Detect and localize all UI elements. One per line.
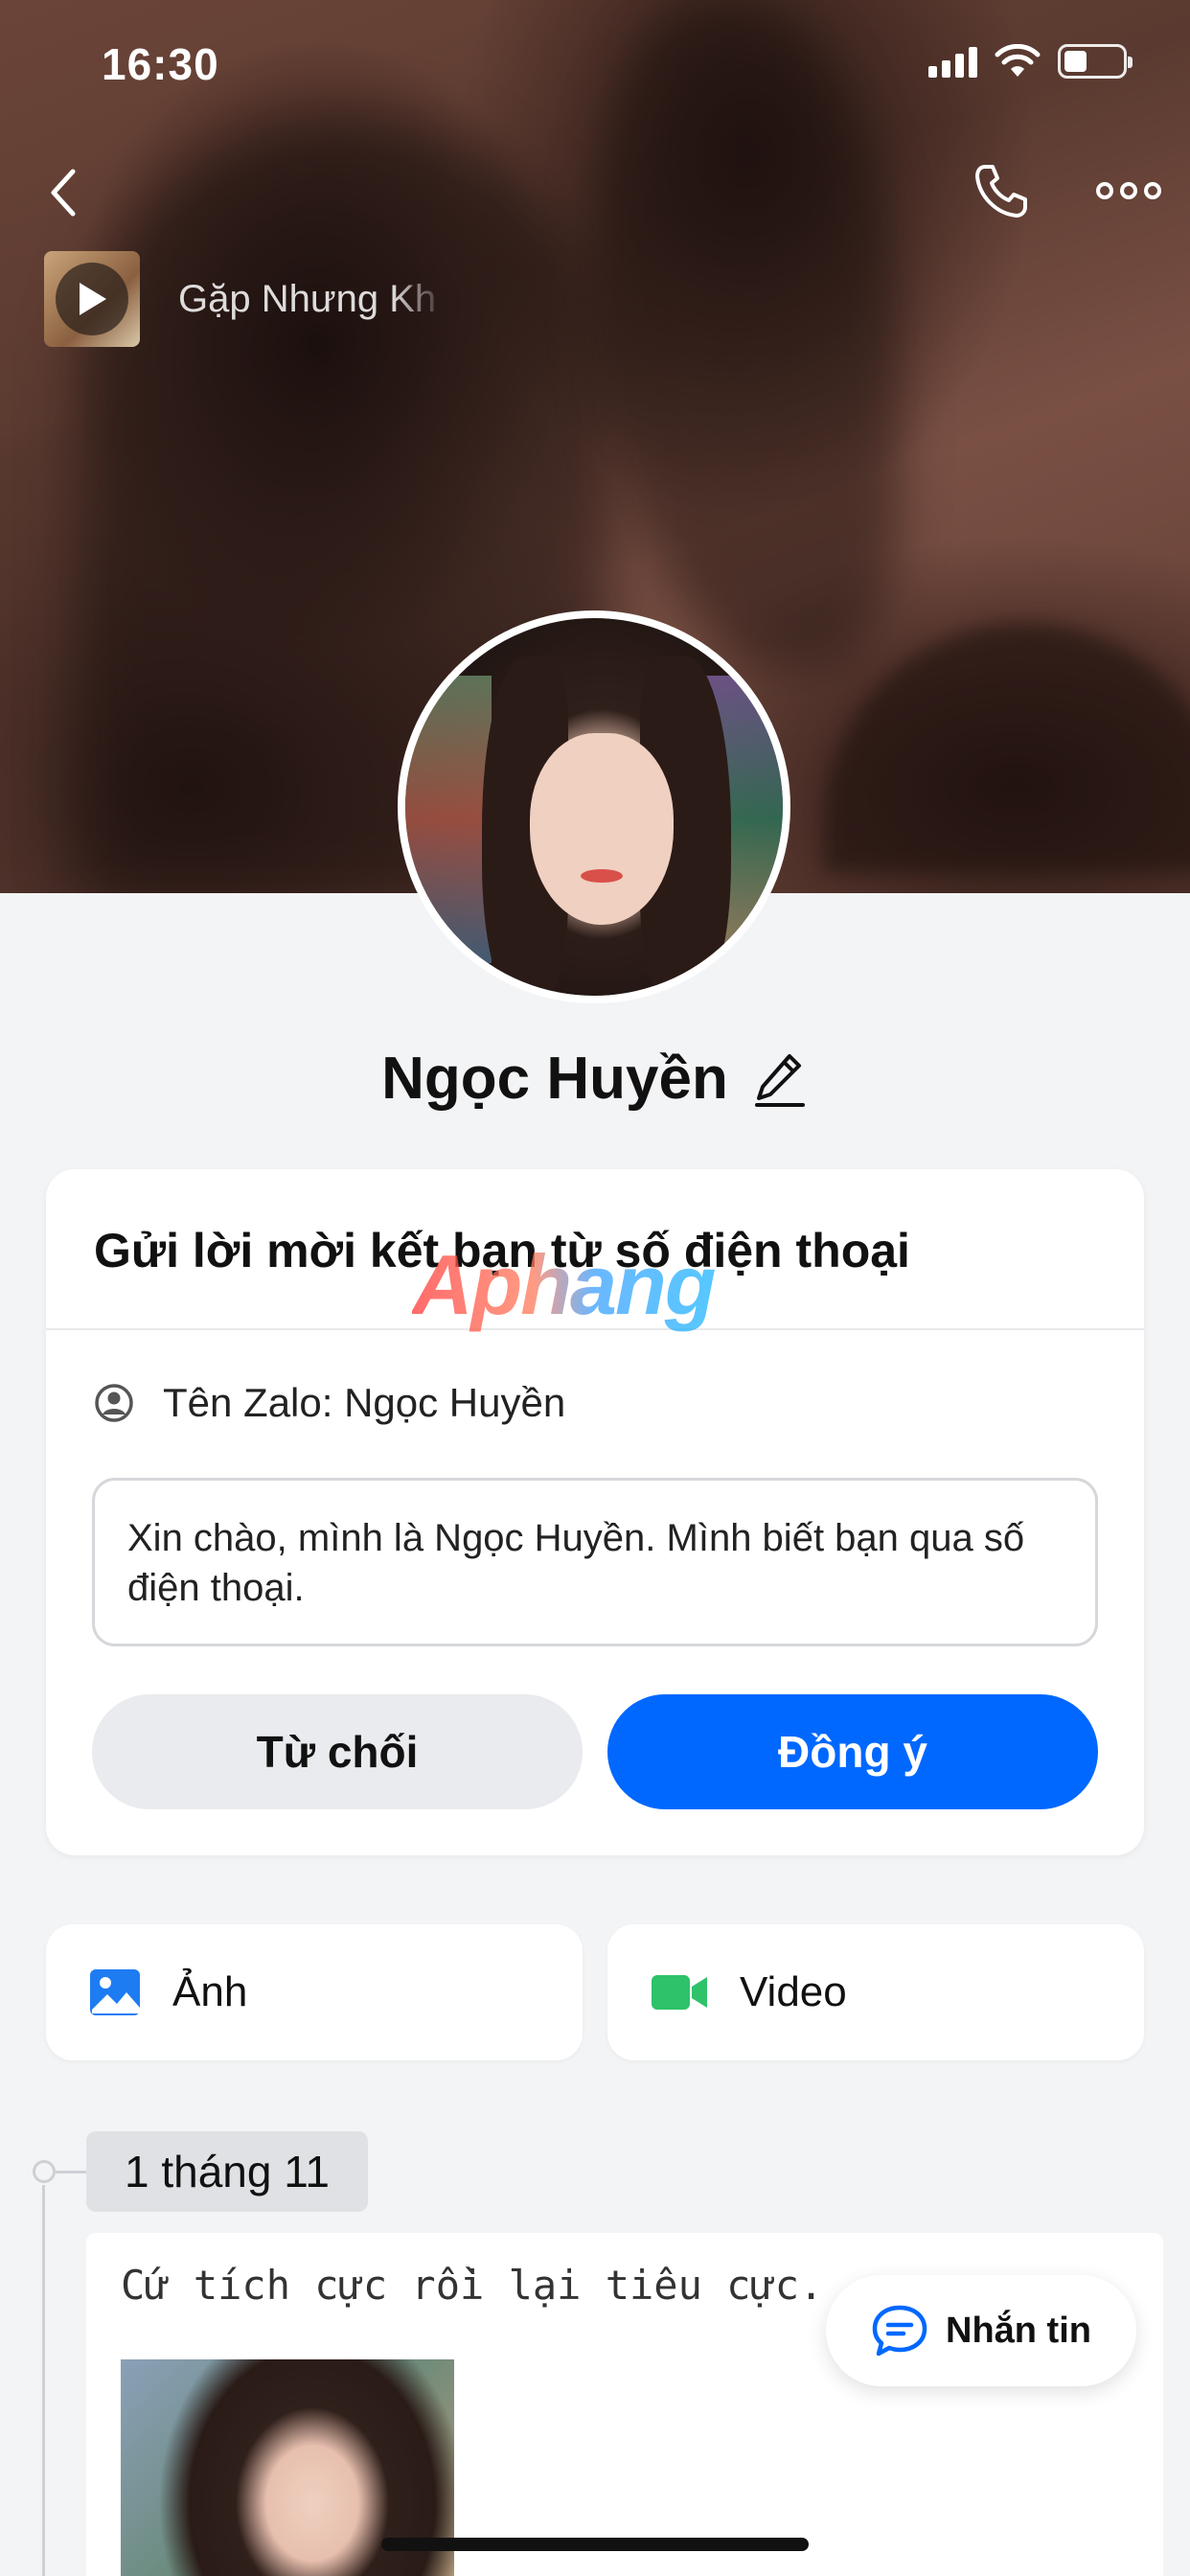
song-title: Gặp Nhưng Kh (178, 277, 437, 320)
play-button[interactable] (56, 263, 128, 335)
cellular-signal-icon (928, 45, 977, 78)
post-text: Cứ tích cực rồi lại tiêu cực. (121, 2262, 824, 2309)
status-bar: 16:30 (0, 0, 1190, 125)
wifi-icon (995, 44, 1041, 77)
watermark: Aphang (412, 1237, 717, 1332)
profile-name-row: Ngọc Huyền (0, 1045, 1190, 1113)
chat-bubble-icon (872, 2305, 927, 2357)
zalo-name-label: Tên Zalo: Ngọc Huyền (163, 1380, 566, 1425)
profile-name: Ngọc Huyền (381, 1046, 728, 1112)
album-art[interactable] (44, 251, 140, 347)
timeline-line (42, 2185, 45, 2576)
status-icons (928, 44, 1133, 79)
accept-button[interactable]: Đồng ý (607, 1694, 1098, 1809)
battery-icon (1058, 44, 1133, 79)
back-chevron-icon (51, 169, 76, 217)
message-button-label: Nhắn tin (946, 2310, 1091, 2351)
battery-level (1064, 51, 1087, 72)
videos-label: Video (740, 1968, 847, 2015)
request-message: Xin chào, mình là Ngọc Huyền. Mình biết … (92, 1478, 1098, 1646)
zalo-name-row: Tên Zalo: Ngọc Huyền (94, 1380, 565, 1426)
message-button[interactable]: Nhắn tin (826, 2275, 1136, 2386)
back-button[interactable] (34, 159, 92, 226)
photos-button[interactable]: Ảnh (46, 1924, 583, 2060)
edit-name-button[interactable] (751, 1050, 809, 1108)
videos-button[interactable]: Video (607, 1924, 1144, 2060)
play-icon (80, 283, 106, 315)
timeline-connector (56, 2171, 88, 2174)
more-options-button[interactable] (1090, 157, 1167, 224)
photo-icon (90, 1969, 140, 2015)
more-dots-icon (1096, 182, 1161, 199)
home-indicator[interactable] (381, 2538, 809, 2551)
call-button[interactable] (968, 157, 1035, 224)
decline-button[interactable]: Từ chối (92, 1694, 583, 1809)
phone-icon (975, 165, 1027, 218)
header-bar (0, 153, 1190, 230)
video-camera-icon (652, 1975, 707, 2010)
pencil-icon (754, 1053, 805, 1107)
user-circle-icon (95, 1384, 133, 1422)
status-time: 16:30 (102, 39, 219, 89)
photos-label: Ảnh (172, 1968, 248, 2015)
timeline-dot (33, 2160, 56, 2183)
avatar[interactable] (398, 610, 790, 1003)
profile-music-widget[interactable]: Gặp Nhưng Kh (44, 251, 446, 347)
timeline-date: 1 tháng 11 (86, 2131, 368, 2212)
